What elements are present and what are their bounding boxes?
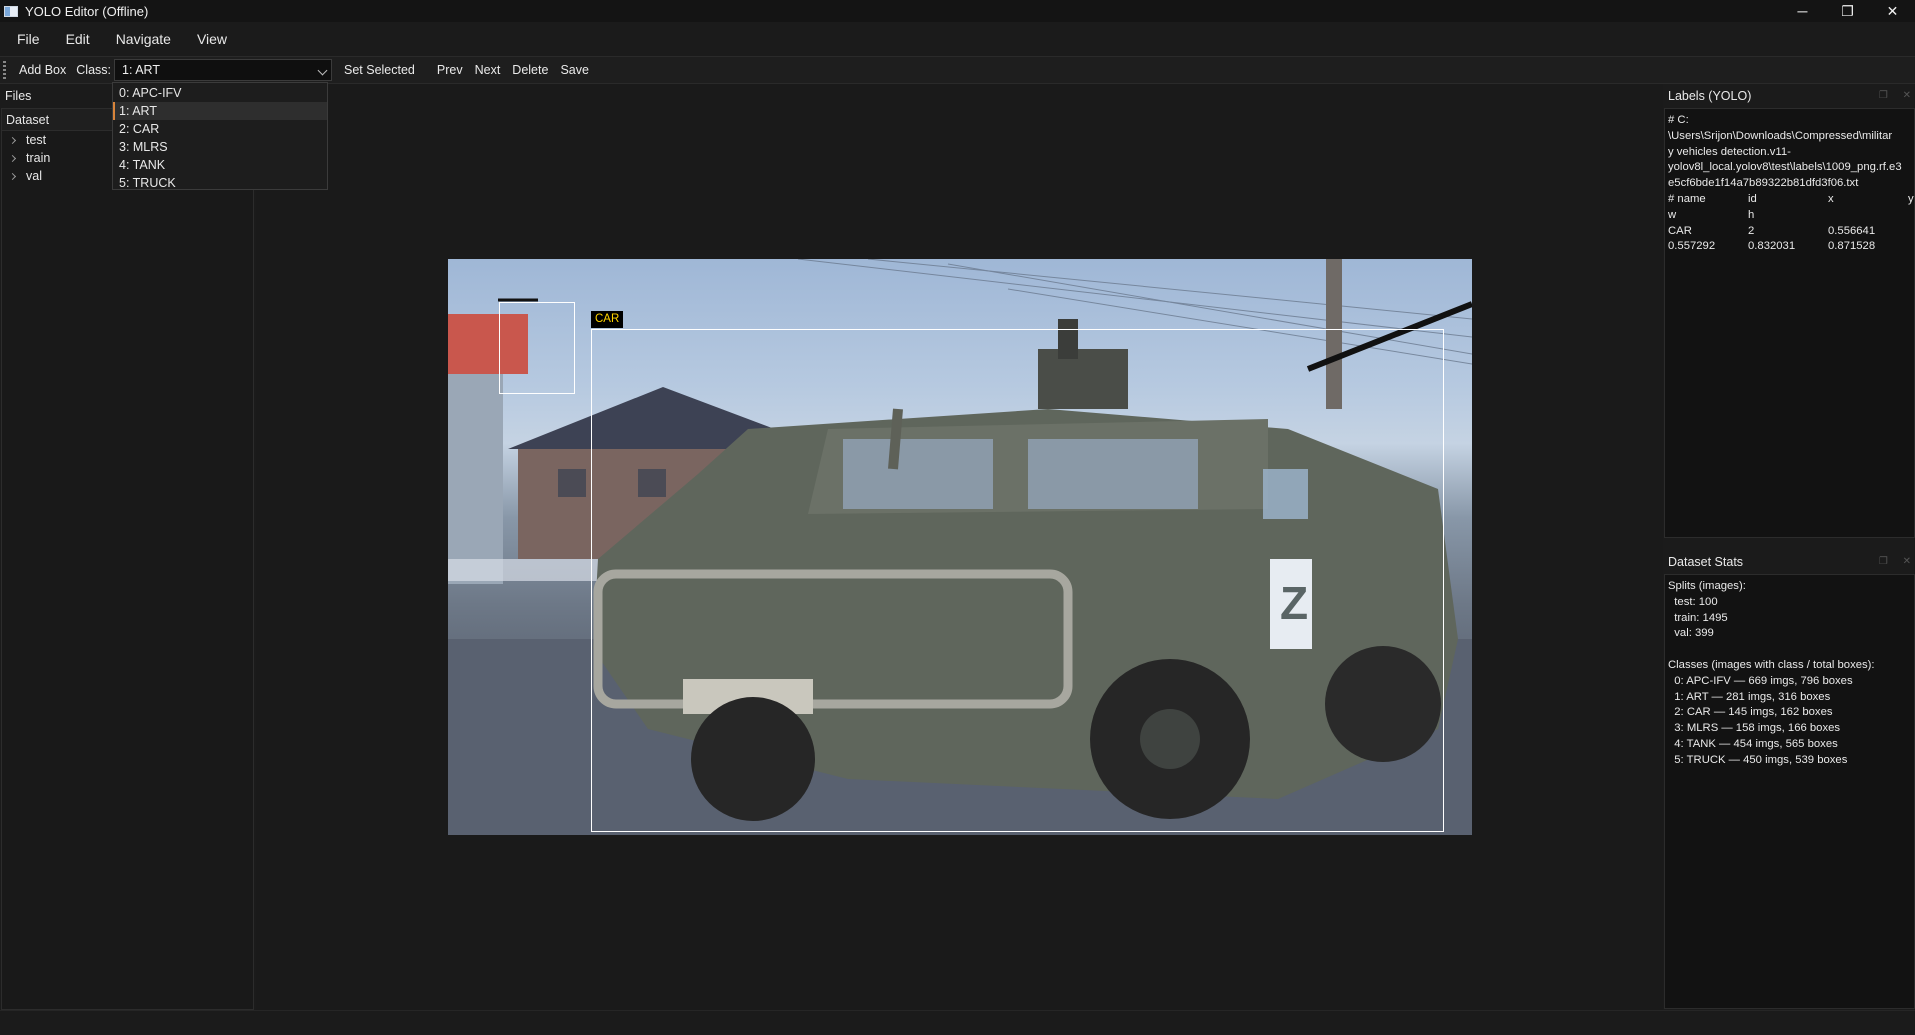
class-select-value: 1: ART	[122, 63, 160, 77]
window-controls: ─ ❐ ✕	[1780, 0, 1915, 22]
stats-text[interactable]: Splits (images): test: 100 train: 1495 v…	[1664, 574, 1915, 1009]
stats-line: val: 399	[1668, 627, 1714, 640]
class-select[interactable]: 1: ART	[114, 59, 332, 81]
bounding-box-car[interactable]	[591, 329, 1444, 832]
class-option-art[interactable]: 1: ART	[113, 102, 327, 120]
app-icon	[4, 5, 18, 17]
label-cell: 2	[1748, 224, 1755, 237]
stats-line: test: 100	[1668, 595, 1718, 608]
add-box-button[interactable]: Add Box	[13, 63, 72, 77]
chevron-right-icon[interactable]	[8, 172, 17, 180]
files-dock: Files Dataset test train val	[0, 84, 256, 1010]
label-cell: 0.557292	[1668, 240, 1716, 253]
close-icon[interactable]: ✕	[1903, 90, 1911, 101]
stats-line: 0: APC-IFV — 669 imgs, 796 boxes	[1668, 674, 1853, 687]
tree-item-label: val	[26, 169, 42, 183]
class-label: Class:	[76, 63, 111, 77]
stats-line: Splits (images):	[1668, 580, 1746, 592]
label-table-row: w h	[1668, 208, 1911, 224]
toolbar: Add Box Class: 1: ART Set Selected Prev …	[0, 56, 1915, 84]
label-table-row: CAR 2 0.556641	[1668, 224, 1911, 240]
stats-dock-title-text: Dataset Stats	[1668, 555, 1744, 569]
title-bar: YOLO Editor (Offline) ─ ❐ ✕	[0, 0, 1915, 22]
label-table-row: # name id x y	[1668, 192, 1914, 208]
class-option-apc-ifv[interactable]: 0: APC-IFV	[113, 84, 327, 102]
label-path-line: # C:	[1668, 114, 1689, 126]
float-icon[interactable]: ❐	[1879, 90, 1888, 101]
close-button[interactable]: ✕	[1870, 0, 1915, 22]
stats-line: 4: TANK — 454 imgs, 565 boxes	[1668, 737, 1838, 750]
set-selected-button[interactable]: Set Selected	[338, 63, 421, 77]
label-cell: 0.832031	[1748, 240, 1796, 253]
bounding-box-label: CAR	[591, 311, 624, 328]
label-cell: CAR	[1668, 224, 1692, 237]
label-path-line: yolov8l_local.yolov8\test\labels\1009_pn…	[1668, 161, 1902, 174]
stats-dock-title: Dataset Stats ❐ ✕	[1663, 550, 1915, 574]
toolbar-grip-handle[interactable]	[3, 61, 6, 79]
stats-line	[1668, 642, 1911, 658]
dock-controls: ❐ ✕	[1879, 84, 1911, 108]
tree-item-label: train	[26, 151, 51, 165]
class-option-car[interactable]: 2: CAR	[113, 120, 327, 138]
label-path-line: e5cf6bde1f14a7b89322b81dfd3f06.txt	[1668, 177, 1859, 190]
close-icon[interactable]: ✕	[1903, 556, 1911, 567]
float-icon[interactable]: ❐	[1879, 556, 1888, 567]
label-table-row: 0.557292 0.832031 0.871528	[1668, 239, 1911, 255]
stats-line: Classes (images with class / total boxes…	[1668, 658, 1875, 671]
stats-line: 2: CAR — 145 imgs, 162 boxes	[1668, 706, 1833, 719]
label-cell: h	[1748, 208, 1755, 221]
bounding-box-small[interactable]	[499, 302, 575, 394]
class-option-mlrs[interactable]: 3: MLRS	[113, 138, 327, 156]
stats-line: 5: TRUCK — 450 imgs, 539 boxes	[1668, 753, 1848, 766]
restore-button[interactable]: ❐	[1825, 0, 1870, 22]
tree-item-label: test	[26, 133, 47, 147]
label-cell: w	[1668, 208, 1677, 221]
status-bar	[0, 1010, 1915, 1035]
stats-line: 3: MLRS — 158 imgs, 166 boxes	[1668, 722, 1841, 735]
save-button[interactable]: Save	[554, 63, 595, 77]
minimize-button[interactable]: ─	[1780, 0, 1825, 22]
window-title: YOLO Editor (Offline)	[25, 3, 149, 19]
menu-bar: File Edit Navigate View	[0, 22, 1915, 56]
label-cell: id	[1748, 192, 1757, 205]
class-option-tank[interactable]: 4: TANK	[113, 156, 327, 174]
label-cell: x	[1828, 192, 1834, 205]
label-path-line: y vehicles detection.v11-	[1668, 145, 1791, 158]
chevron-right-icon[interactable]	[8, 136, 17, 144]
file-tree[interactable]: Dataset test train val	[1, 108, 254, 1010]
class-option-truck[interactable]: 5: TRUCK	[113, 174, 327, 192]
stats-line: 1: ART — 281 imgs, 316 boxes	[1668, 690, 1831, 703]
label-path-line: \Users\Srijon\Downloads\Compressed\milit…	[1668, 129, 1893, 142]
menu-navigate[interactable]: Navigate	[107, 31, 180, 47]
label-cell: 0.871528	[1828, 240, 1876, 253]
labels-text[interactable]: # C: \Users\Srijon\Downloads\Compressed\…	[1664, 108, 1915, 538]
stats-line: train: 1495	[1668, 611, 1728, 624]
label-cell: y	[1908, 192, 1914, 205]
labels-dock-title: Labels (YOLO) ❐ ✕	[1663, 84, 1915, 108]
label-cell: 0.556641	[1828, 224, 1876, 237]
next-button[interactable]: Next	[469, 63, 507, 77]
delete-button[interactable]: Delete	[506, 63, 554, 77]
prev-button[interactable]: Prev	[431, 63, 469, 77]
menu-view[interactable]: View	[188, 31, 236, 47]
labels-dock-title-text: Labels (YOLO)	[1668, 89, 1752, 103]
labels-dock: Labels (YOLO) ❐ ✕ # C: \Users\Srijon\Dow…	[1663, 84, 1915, 544]
annotated-image[interactable]: Z CAR	[448, 259, 1472, 835]
chevron-down-icon	[317, 65, 328, 76]
label-cell: # name	[1668, 192, 1706, 205]
stats-dock: Dataset Stats ❐ ✕ Splits (images): test:…	[1663, 550, 1915, 1010]
class-dropdown-list: 0: APC-IFV 1: ART 2: CAR 3: MLRS 4: TANK…	[112, 82, 328, 190]
chevron-right-icon[interactable]	[8, 154, 17, 162]
menu-file[interactable]: File	[8, 31, 49, 47]
dock-controls: ❐ ✕	[1879, 550, 1911, 574]
menu-edit[interactable]: Edit	[57, 31, 99, 47]
image-canvas[interactable]: Z CAR	[256, 84, 1663, 1010]
